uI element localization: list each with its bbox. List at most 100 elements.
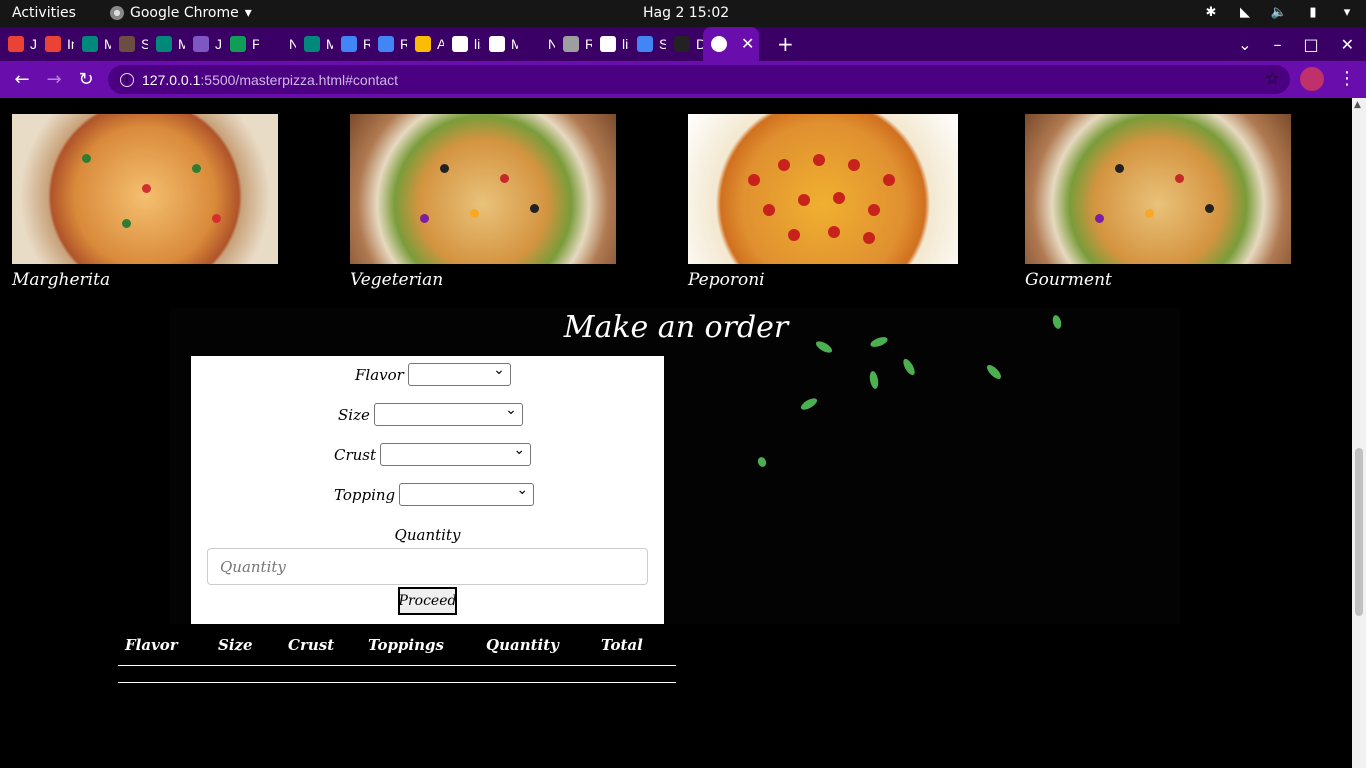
tab[interactable]: Me: [148, 27, 185, 61]
tab[interactable]: RC: [370, 27, 407, 61]
topping: [440, 164, 449, 173]
tab-label: Me: [178, 36, 185, 52]
tab[interactable]: New T: [518, 27, 555, 61]
tab-label: RC: [400, 36, 407, 52]
size-select[interactable]: [373, 402, 523, 426]
col-header: Size: [218, 636, 253, 654]
system-tray[interactable]: ✱ ◣ 🔈 ▮ ▾: [1202, 4, 1356, 20]
profile-avatar[interactable]: [1300, 67, 1324, 91]
vegeterian-image: [350, 114, 616, 264]
tab[interactable]: Me: [74, 27, 111, 61]
topping: [530, 204, 539, 213]
tab-label: New T: [289, 36, 296, 52]
topping: [122, 219, 131, 228]
order-title: Make an order: [563, 310, 789, 345]
tab-label: Ma: [511, 36, 518, 52]
tab[interactable]: Ma: [481, 27, 518, 61]
favicon-icon: [526, 36, 542, 52]
favicon-icon: [378, 36, 394, 52]
proceed-button[interactable]: Proceed: [398, 587, 457, 615]
url-path: :5500/masterpizza.html#contact: [200, 71, 399, 88]
menu-item-peporoni: Peporoni: [688, 114, 958, 290]
pepperoni: [868, 204, 880, 216]
pepperoni: [848, 159, 860, 171]
tab[interactable]: Me: [296, 27, 333, 61]
tab-label: RC: [363, 36, 370, 52]
tab-search-icon[interactable]: ⌄: [1238, 35, 1251, 54]
tab-label: Ju: [215, 36, 222, 52]
herb: [756, 455, 768, 469]
col-header: Quantity: [486, 636, 559, 654]
tab[interactable]: list: [592, 27, 629, 61]
volume-icon[interactable]: 🔈: [1270, 4, 1288, 20]
flavor-label: Flavor: [355, 365, 404, 384]
chrome-icon: [110, 6, 124, 20]
address-bar[interactable]: i 127.0.0.1 :5500/masterpizza.html#conta…: [108, 65, 1290, 94]
peporoni-image: [688, 114, 958, 264]
topping-select[interactable]: [399, 482, 535, 506]
scroll-up-icon[interactable]: ▲: [1354, 100, 1361, 110]
wifi-icon[interactable]: ◣: [1236, 4, 1254, 20]
flavor-select[interactable]: [407, 362, 511, 386]
back-icon[interactable]: ←: [6, 69, 38, 90]
tab[interactable]: SD: [111, 27, 148, 61]
close-window-icon[interactable]: ✕: [1341, 35, 1354, 54]
battery-icon[interactable]: ▮: [1304, 4, 1322, 20]
system-top-bar: Activities Google Chrome ▾ Hag 2 15:02 ✱…: [0, 0, 1366, 27]
app-menu[interactable]: Google Chrome ▾: [110, 5, 252, 21]
tab[interactable]: RC: [333, 27, 370, 61]
chevron-down-icon[interactable]: ▾: [1338, 4, 1356, 20]
pepperoni: [863, 232, 875, 244]
favicon-icon: [563, 36, 579, 52]
tab[interactable]: Sa: [629, 27, 666, 61]
herb: [799, 396, 819, 412]
info-icon[interactable]: i: [120, 72, 134, 87]
tab[interactable]: Ro: [555, 27, 592, 61]
crust-select[interactable]: [380, 442, 532, 466]
minimize-icon[interactable]: –: [1273, 35, 1281, 54]
clock[interactable]: Hag 2 15:02: [643, 5, 729, 21]
size-row: Size: [338, 402, 523, 426]
tab-label: Pr: [252, 36, 259, 52]
favicon-icon: [156, 36, 172, 52]
globe-icon: [711, 36, 727, 52]
bookmark-star-icon[interactable]: ☆: [1265, 69, 1280, 89]
new-tab-button[interactable]: +: [777, 32, 794, 56]
tab-active[interactable]: ✕: [703, 27, 759, 61]
topping: [420, 214, 429, 223]
pepperoni: [778, 159, 790, 171]
tab-label: Me: [326, 36, 333, 52]
forward-icon[interactable]: →: [38, 69, 70, 90]
tab[interactable]: Ju: [0, 27, 37, 61]
favicon-icon: [267, 36, 283, 52]
menu-item-margherita: Margherita: [12, 114, 278, 290]
herb: [984, 362, 1004, 382]
quantity-input[interactable]: Quantity: [207, 548, 648, 585]
tab[interactable]: New T: [259, 27, 296, 61]
menu-item-vegeterian: Vegeterian: [350, 114, 616, 290]
tab[interactable]: Pr: [222, 27, 259, 61]
tab[interactable]: list: [444, 27, 481, 61]
close-icon[interactable]: ✕: [741, 34, 754, 54]
tab-label: Ac: [437, 36, 444, 52]
scrollbar-thumb[interactable]: [1355, 448, 1363, 616]
pepperoni: [828, 226, 840, 238]
tab[interactable]: Ac: [407, 27, 444, 61]
activities-button[interactable]: Activities: [12, 5, 76, 21]
pepperoni: [833, 192, 845, 204]
pepperoni: [813, 154, 825, 166]
reload-icon[interactable]: ↻: [70, 69, 102, 90]
slack-icon[interactable]: ✱: [1202, 4, 1220, 20]
topping: [142, 184, 151, 193]
maximize-icon[interactable]: □: [1303, 35, 1318, 54]
topping: [500, 174, 509, 183]
chrome-menu-icon[interactable]: ⋮: [1338, 68, 1356, 89]
tab[interactable]: Inv: [37, 27, 74, 61]
pizza-name: Vegeterian: [350, 270, 444, 290]
topping: [212, 214, 221, 223]
quantity-label: Quantity: [394, 526, 461, 544]
tab[interactable]: De: [666, 27, 703, 61]
tab-strip: Ju Inv Me SD Me Ju Pr New T Me RC RC Ac list Ma New T R…: [0, 27, 1366, 61]
tab[interactable]: Ju: [185, 27, 222, 61]
page-scrollbar[interactable]: ▲: [1352, 98, 1366, 768]
